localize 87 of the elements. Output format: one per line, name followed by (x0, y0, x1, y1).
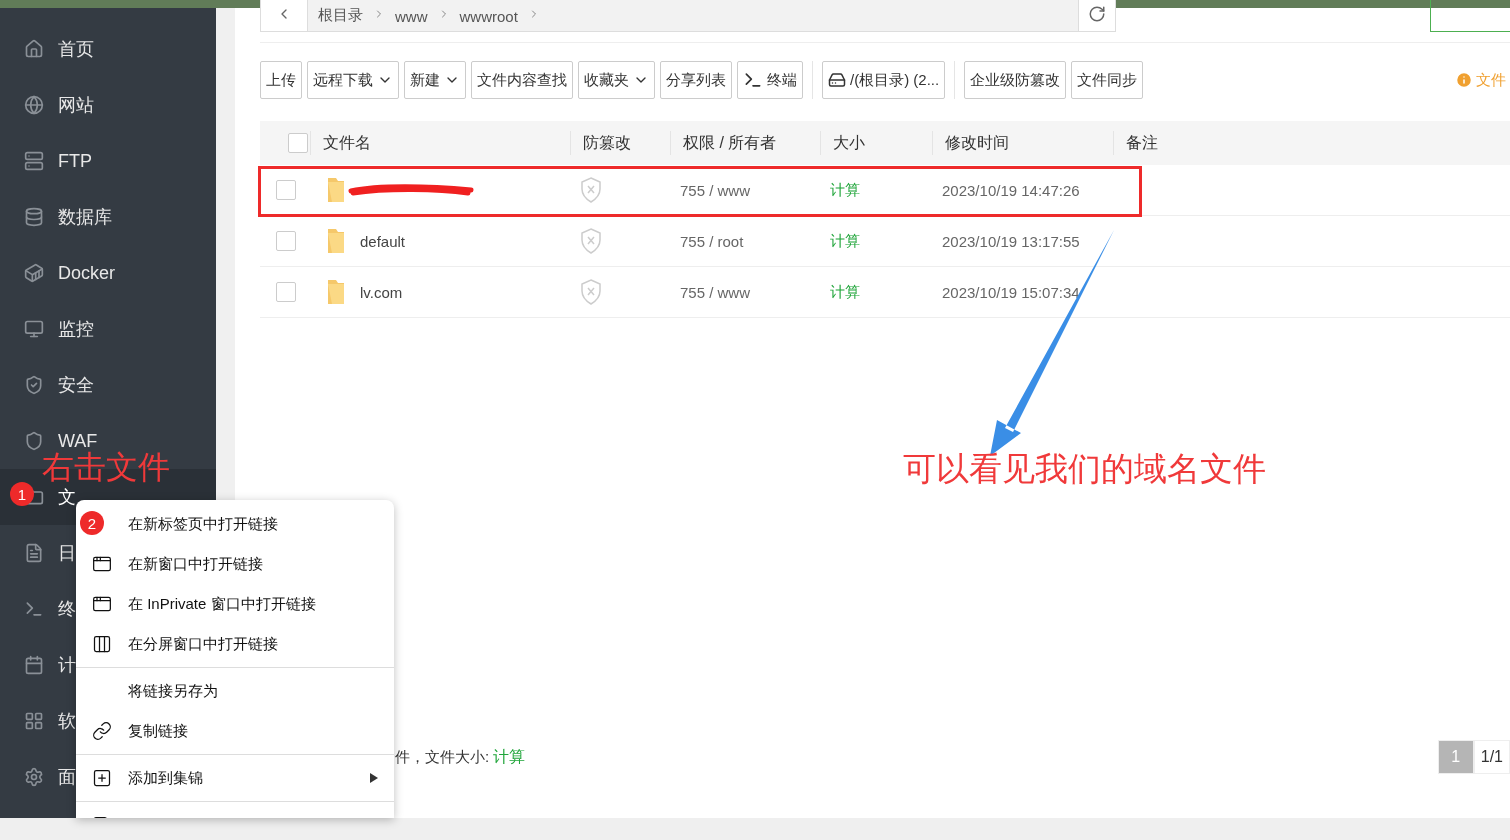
menu-item[interactable]: 将链接另存为 (128, 681, 218, 701)
breadcrumb-item[interactable]: wwwroot (449, 8, 528, 31)
sidebar-item-icon (24, 207, 44, 227)
sidebar-item[interactable]: 计 (58, 653, 76, 677)
sidebar-item-icon (24, 599, 44, 619)
sidebar-item[interactable]: 面 (58, 765, 76, 789)
toolbar-button[interactable]: 新建 (404, 61, 466, 99)
shield-x-icon (580, 177, 602, 203)
permission-cell-text: 755 / www (679, 283, 752, 301)
breadcrumb-item[interactable]: www (385, 8, 438, 31)
search-field[interactable] (1430, 0, 1510, 32)
sidebar-item[interactable]: Docker (58, 262, 115, 284)
page-button[interactable]: 1/1 (1473, 740, 1510, 774)
shield-x-icon (580, 228, 602, 254)
permission-cell-text: 755 / root (679, 232, 745, 250)
checkbox[interactable] (288, 133, 308, 153)
folder-icon (326, 227, 346, 255)
sidebar-item[interactable]: 终 (58, 597, 76, 621)
folder-icon (326, 278, 346, 306)
terminal-icon (743, 70, 763, 90)
submenu-arrow-icon (370, 773, 378, 783)
menu-item-icon (92, 634, 112, 654)
toolbar-button[interactable]: /(根目录) (2... (822, 61, 946, 99)
toolbar-button[interactable]: 上传 (260, 61, 302, 99)
column-header: 权限 / 所有者 (670, 131, 820, 155)
sidebar-item[interactable]: 文 (58, 485, 76, 509)
sidebar-item[interactable]: 数据库 (58, 205, 112, 229)
toolbar-button[interactable]: 企业级防篡改 (964, 61, 1067, 99)
menu-item[interactable]: 在新窗口中打开链接 (128, 554, 263, 574)
sidebar-item-icon (24, 263, 44, 283)
column-header: 文件名 (310, 131, 570, 155)
toolbar-button[interactable]: 分享列表 (660, 61, 732, 99)
annotation-caption: 可以看见我们的域名文件 (903, 450, 1266, 487)
column-header: 备注 (1113, 131, 1370, 155)
sidebar-item-icon (24, 319, 44, 339)
menu-item[interactable]: 在新标签页中打开链接 (128, 514, 278, 534)
footer-summary: 件，文件大小: (395, 747, 490, 765)
refresh-icon (1088, 5, 1106, 23)
sidebar-item[interactable]: FTP (58, 150, 92, 172)
menu-item[interactable]: 在 InPrivate 窗口中打开链接 (128, 594, 316, 614)
modified-cell-text: 2023/10/19 15:07:34 (941, 283, 1081, 301)
menu-item-icon (92, 594, 112, 614)
sidebar-item-icon (24, 543, 44, 563)
sidebar-item[interactable]: 网站 (58, 93, 94, 117)
column-header: 修改时间 (932, 131, 1113, 155)
menu-item[interactable]: 复制链接 (128, 721, 188, 741)
back-button[interactable] (261, 0, 308, 31)
menu-item-icon (92, 554, 112, 574)
sidebar-item[interactable]: 监控 (58, 317, 94, 341)
checkbox[interactable] (276, 231, 296, 251)
shield-x-icon (580, 279, 602, 305)
file-name[interactable]: default (360, 232, 406, 250)
sidebar-item-icon (24, 711, 44, 731)
column-header: 大小 (820, 131, 932, 155)
toolbar-button[interactable]: 远程下载 (307, 61, 399, 99)
checkbox[interactable] (276, 180, 296, 200)
sidebar-item-icon (24, 431, 44, 451)
permission-cell-text: 755 / www (679, 181, 752, 199)
modified-cell-text: 2023/10/19 13:17:55 (941, 232, 1081, 250)
menu-item-icon (92, 721, 112, 741)
menu-item[interactable]: 添加到集锦 (128, 768, 203, 788)
annotation-step: 右击文件 (42, 449, 170, 485)
info-icon (1455, 71, 1473, 89)
toolbar-button[interactable]: 文件内容查找 (471, 61, 573, 99)
sidebar-item-icon (24, 375, 44, 395)
sidebar-item-icon (24, 95, 44, 115)
toolbar-button[interactable]: 文件同步 (1071, 61, 1144, 99)
modified-cell-text: 2023/10/19 14:47:26 (941, 181, 1081, 199)
folder-icon (326, 176, 346, 204)
sidebar-item-icon (24, 767, 44, 787)
file-name[interactable]: lv.com (360, 283, 403, 301)
sidebar-item[interactable]: 首页 (58, 37, 94, 61)
sidebar-item-icon (24, 655, 44, 675)
sidebar-item[interactable]: 软 (58, 709, 76, 733)
refresh-button[interactable] (1078, 0, 1115, 31)
sidebar-item-icon (24, 39, 44, 59)
sidebar-item[interactable]: 安全 (58, 373, 94, 397)
menu-item[interactable]: 在分屏窗口中打开链接 (128, 634, 278, 654)
checkbox[interactable] (276, 282, 296, 302)
sidebar-item-icon (24, 151, 44, 171)
sidebar-item[interactable]: WAF (58, 430, 98, 452)
menu-item-icon (92, 768, 112, 788)
breadcrumb-item[interactable]: 根目录 (308, 6, 373, 31)
toolbar-button[interactable]: 终端 (737, 61, 803, 99)
toolbar-button[interactable]: 收藏夹 (578, 61, 655, 99)
sidebar-item[interactable]: 日 (58, 541, 76, 565)
column-header: 防篡改 (570, 131, 670, 155)
